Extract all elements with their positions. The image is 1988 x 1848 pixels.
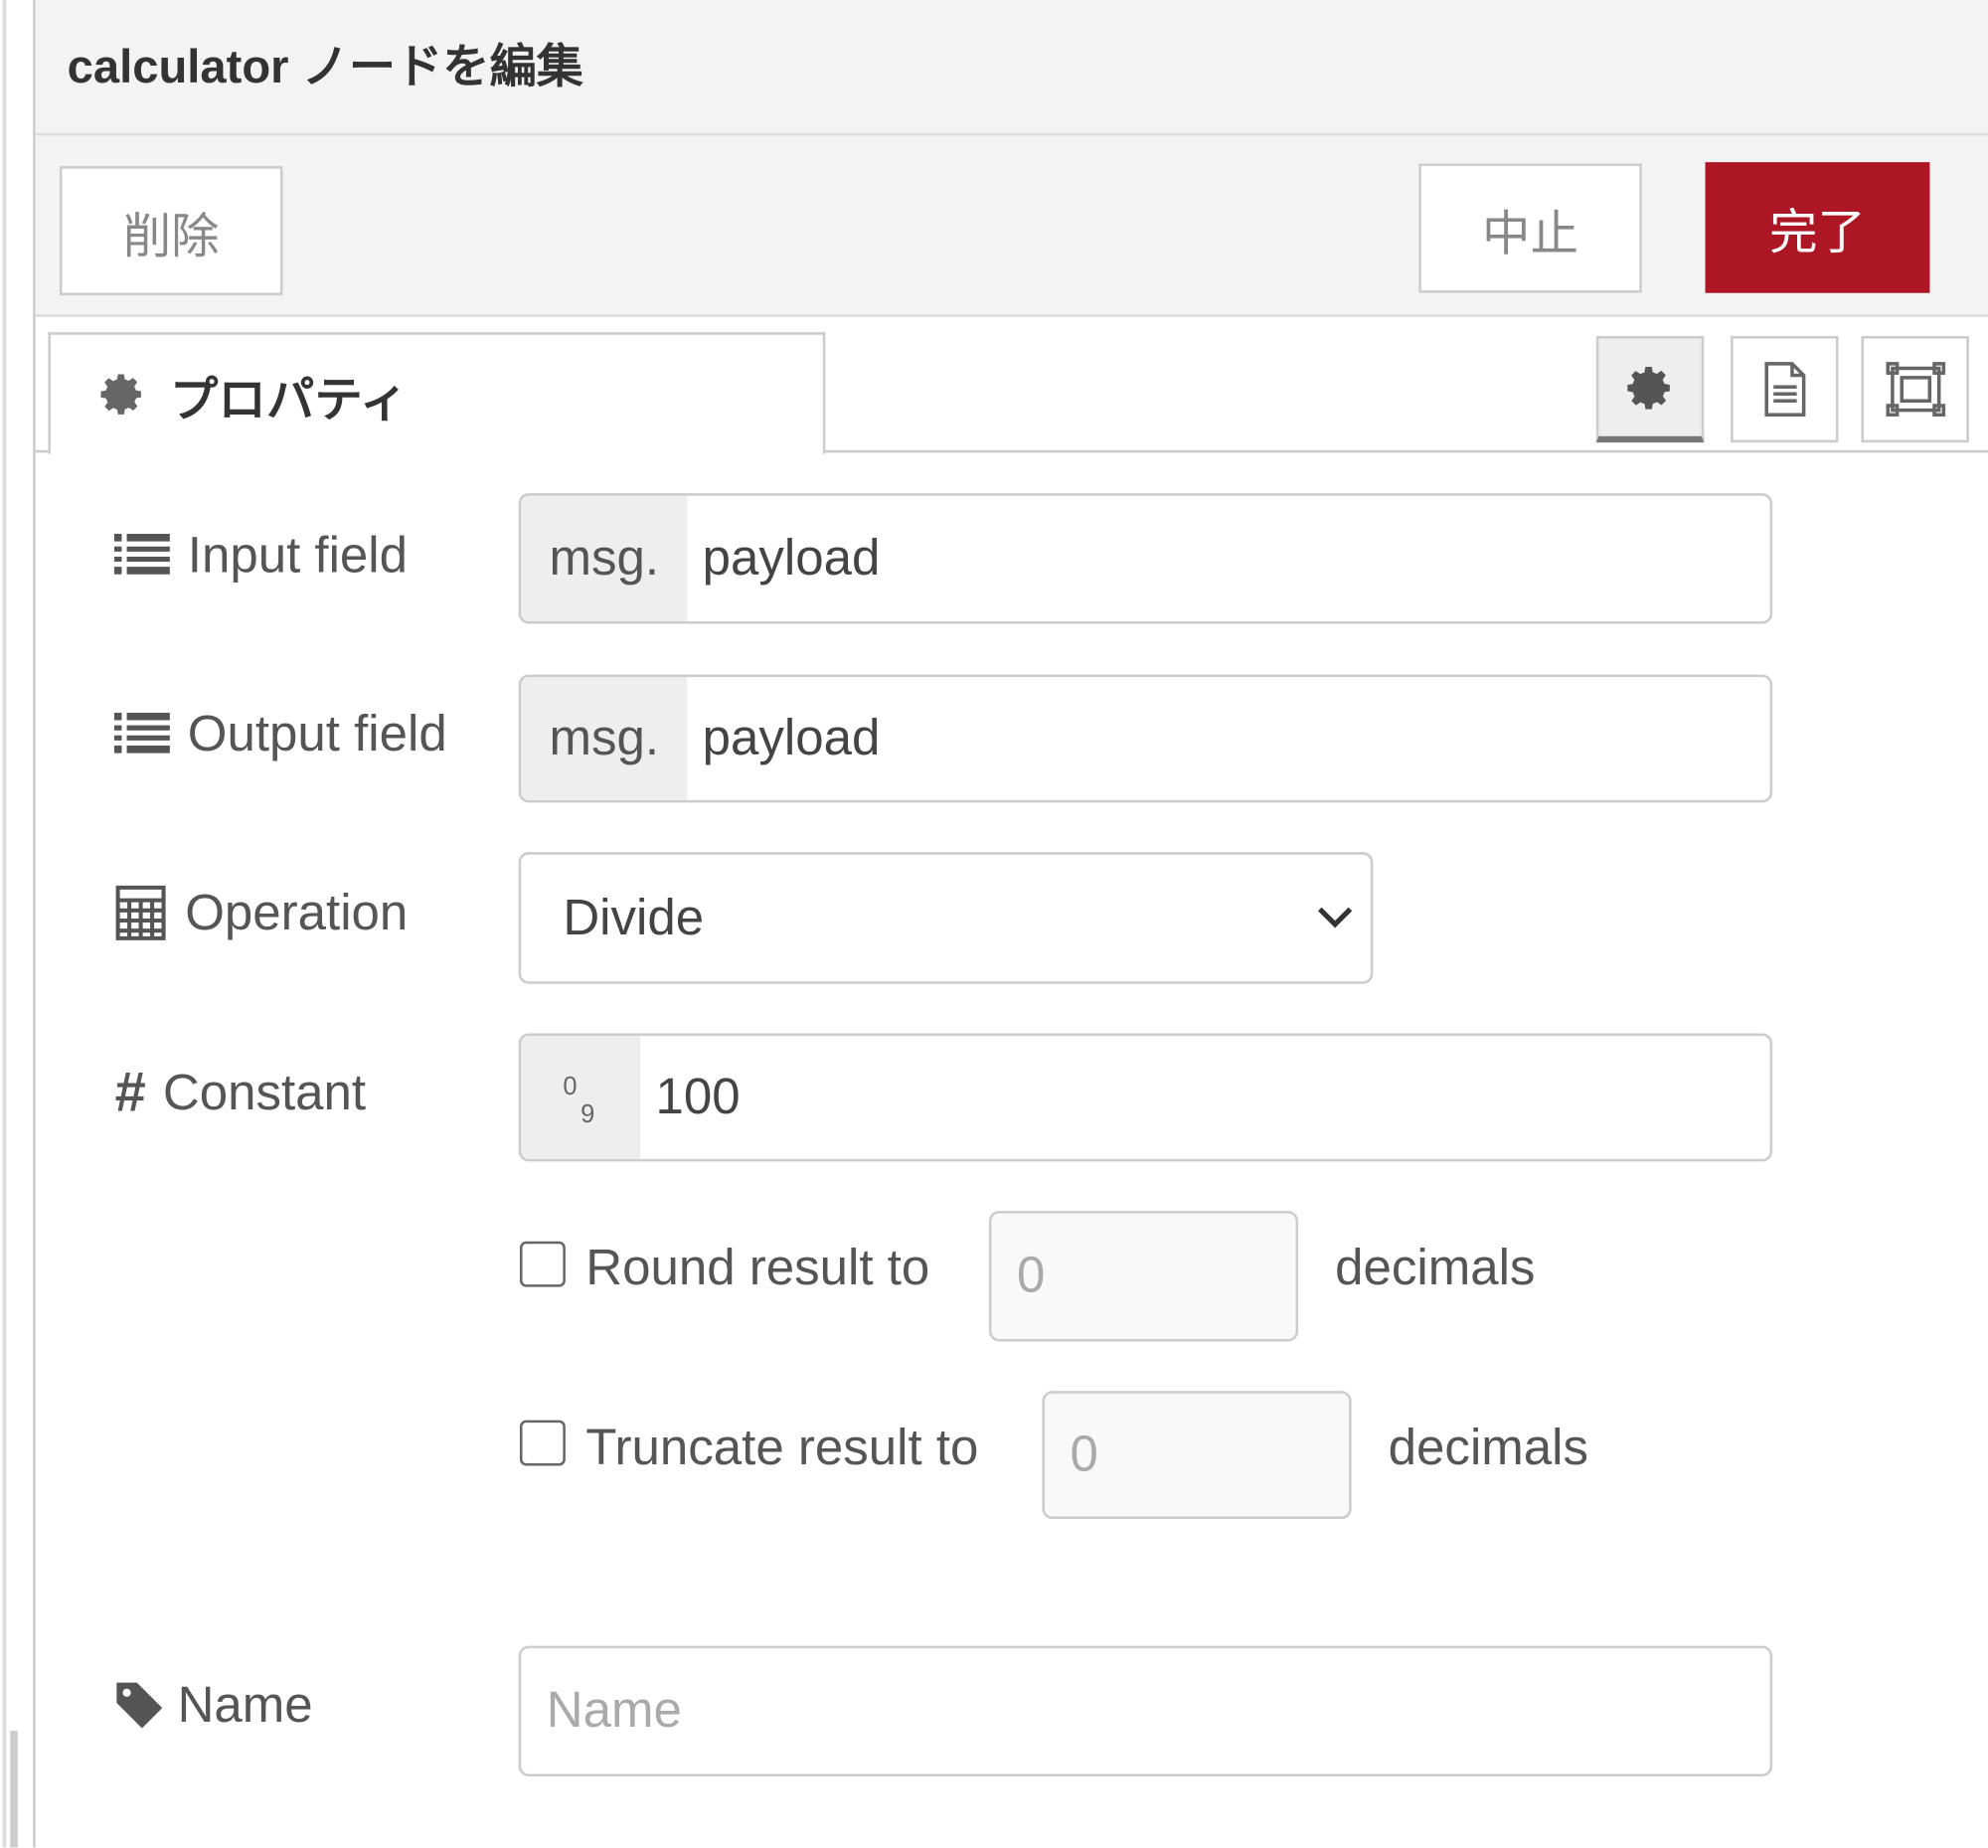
round-checkbox[interactable] — [519, 1241, 566, 1287]
constant-label-text: Constant — [162, 1064, 367, 1120]
tab-properties-label: プロパティ — [169, 373, 409, 427]
operation-label: Operation — [114, 881, 408, 944]
tab-divider — [35, 449, 49, 453]
type-selector-msg[interactable]: msg. — [521, 495, 688, 621]
svg-text:0: 0 — [563, 1072, 577, 1099]
dialog-title: calculator ノードを編集 — [67, 40, 583, 93]
cancel-button[interactable]: 中止 — [1418, 163, 1642, 293]
hash-icon: # — [113, 1061, 146, 1124]
output-field-value[interactable]: payload — [687, 710, 881, 766]
type-selector-msg[interactable]: msg. — [521, 677, 688, 800]
done-button[interactable]: 完了 — [1705, 162, 1930, 293]
outer-border — [2, 0, 7, 1848]
tab-divider — [824, 449, 1988, 453]
constant-value[interactable]: 100 — [640, 1069, 740, 1125]
truncate-label: Truncate result to — [585, 1420, 979, 1476]
list-icon — [113, 533, 170, 575]
tag-icon — [116, 1682, 163, 1729]
list-icon — [113, 712, 170, 754]
output-field-label-text: Output field — [187, 705, 447, 761]
tab-properties[interactable]: プロパティ — [48, 332, 826, 454]
name-label: Name — [114, 1674, 313, 1738]
calculator-icon — [115, 885, 166, 940]
number-type-selector[interactable]: 09 — [521, 1036, 641, 1159]
expand-icon — [1885, 362, 1945, 418]
delete-button[interactable]: 削除 — [59, 166, 283, 296]
input-field-typed-input[interactable]: msg. payload — [518, 493, 1773, 624]
input-field-value[interactable]: payload — [687, 530, 881, 587]
document-icon — [1763, 362, 1805, 418]
input-field-label: Input field — [113, 524, 409, 588]
truncate-decimals-input[interactable]: 0 — [1042, 1391, 1352, 1520]
description-button[interactable] — [1731, 336, 1839, 443]
round-decimals-input[interactable]: 0 — [988, 1211, 1299, 1342]
constant-label: # Constant — [114, 1062, 366, 1125]
number-icon: 09 — [563, 1072, 594, 1127]
input-field-label-text: Input field — [187, 526, 409, 584]
name-input[interactable]: Name — [518, 1645, 1773, 1776]
operation-select[interactable]: Divide — [518, 852, 1374, 984]
operation-selected-value: Divide — [563, 889, 705, 945]
output-field-typed-input[interactable]: msg. payload — [518, 674, 1773, 803]
round-label: Round result to — [585, 1240, 930, 1296]
gear-icon — [100, 374, 141, 415]
truncate-decimals-suffix: decimals — [1388, 1420, 1589, 1476]
scrollbar-thumb[interactable] — [10, 1731, 18, 1848]
button-bar — [35, 135, 1988, 317]
output-field-label: Output field — [113, 703, 447, 766]
name-label-text: Name — [177, 1676, 313, 1733]
constant-typed-input[interactable]: 09 100 — [518, 1033, 1773, 1162]
truncate-checkbox[interactable] — [519, 1420, 566, 1466]
svg-text:9: 9 — [580, 1099, 594, 1127]
appearance-button[interactable] — [1861, 336, 1969, 443]
round-decimals-suffix: decimals — [1335, 1240, 1536, 1296]
operation-label-text: Operation — [185, 884, 409, 940]
node-properties-button[interactable] — [1595, 336, 1705, 443]
name-placeholder: Name — [546, 1682, 682, 1739]
gear-icon — [1626, 366, 1670, 409]
chevron-down-icon — [1318, 907, 1353, 928]
